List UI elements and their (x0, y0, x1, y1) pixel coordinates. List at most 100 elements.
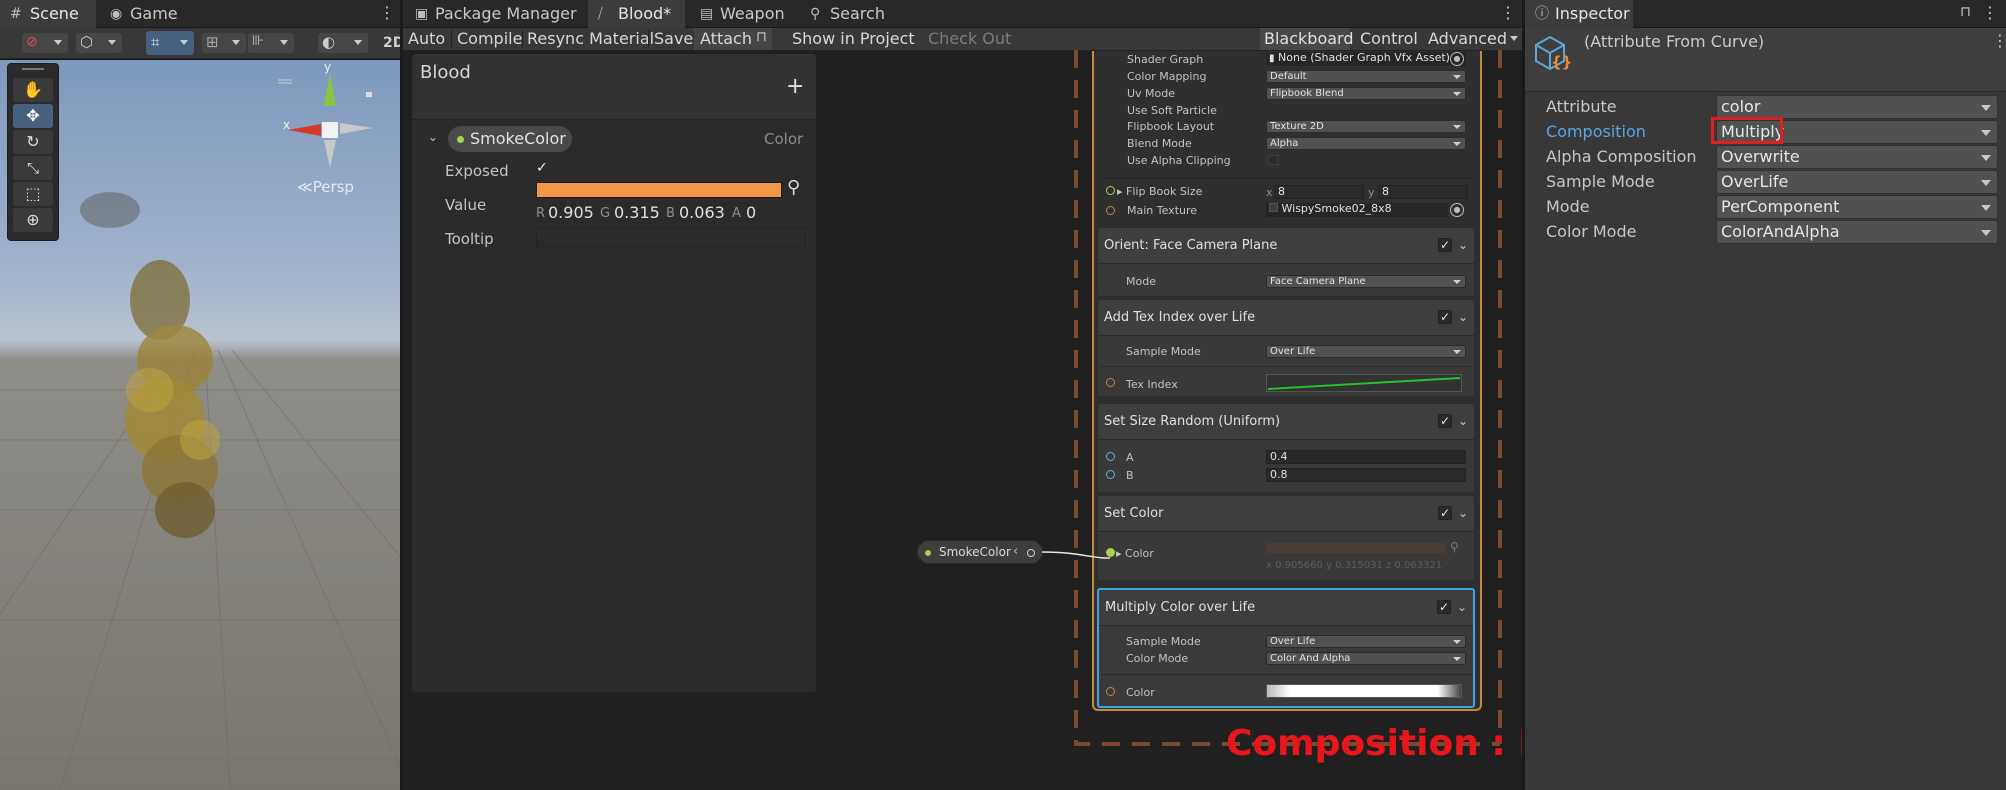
persp-label[interactable]: ≪Persp (297, 178, 354, 196)
block-orient-enable[interactable]: ✓ (1438, 238, 1452, 252)
shading-button[interactable]: ⬡ (76, 33, 122, 53)
blend-mode-dropdown[interactable]: Alpha (1266, 137, 1466, 150)
save-button[interactable]: Save (654, 28, 693, 50)
vfx-menu-icon[interactable]: ⋮ (1500, 4, 1516, 22)
chevron-down-icon[interactable]: ⌄ (1457, 600, 1467, 614)
tex-index-port[interactable] (1106, 378, 1115, 387)
alpha-composition-dropdown[interactable]: Overwrite (1716, 145, 1998, 169)
tooltip-input[interactable] (536, 227, 806, 247)
tex-sample-mode-dropdown[interactable]: Over Life (1266, 345, 1466, 358)
mult-sample-mode-label: Sample Mode (1126, 635, 1201, 648)
mult-color-port[interactable] (1106, 687, 1115, 696)
sample-mode-value: OverLife (1721, 172, 1789, 191)
channel-a-value[interactable]: 0 (746, 203, 792, 223)
uv-mode-dropdown[interactable]: Flipbook Blend (1266, 87, 1466, 100)
chevron-left-icon[interactable]: ‹ (1013, 544, 1018, 559)
mode-value: PerComponent (1721, 197, 1840, 216)
flipbook-size-label: ▸ Flip Book Size (1117, 185, 1203, 198)
size-a-port[interactable] (1106, 452, 1115, 461)
orientation-gizmo[interactable]: y x (270, 60, 380, 178)
tab-game[interactable]: ◉ Game (100, 0, 190, 28)
block-set-color[interactable]: Set Color ✓ ⌄ ▸ Color ⚲ x 0.905660 y 0.3… (1098, 496, 1474, 580)
main-texture-port[interactable] (1106, 206, 1115, 215)
advanced-dropdown[interactable]: Advanced (1424, 28, 1520, 50)
compile-button[interactable]: Compile (457, 28, 522, 50)
orient-mode-dropdown[interactable]: Face Camera Plane (1266, 275, 1466, 288)
scene-viewport[interactable]: ✋ ✥ ↻ ⤡ ⬚ ⊕ y x ≪Persp (0, 60, 400, 790)
flipbook-y-field[interactable]: 8 (1378, 185, 1468, 199)
resync-material-button[interactable]: Resync Material (527, 28, 654, 50)
tab-inspector[interactable]: ⓘ Inspector (1525, 0, 1633, 28)
smoke-color-node[interactable]: SmokeColor ‹ (917, 540, 1043, 564)
lock-icon[interactable]: ⊓ (1960, 4, 1971, 20)
block-multiply-color-enable[interactable]: ✓ (1437, 600, 1451, 614)
block-tex-index[interactable]: Add Tex Index over Life ✓ ⌄ Sample Mode … (1098, 300, 1474, 396)
increment-snap-button[interactable]: ⊪ (248, 33, 294, 53)
global-local-button[interactable]: ⌗ (146, 31, 194, 55)
shader-graph-field[interactable]: ▮ None (Shader Graph Vfx Asset) (1266, 52, 1466, 66)
mult-color-gradient[interactable] (1266, 684, 1462, 698)
sample-mode-dropdown[interactable]: OverLife (1716, 170, 1998, 194)
flipbook-port[interactable] (1106, 186, 1115, 195)
block-size-random-enable[interactable]: ✓ (1438, 414, 1452, 428)
mode-dropdown[interactable]: PerComponent (1716, 195, 1998, 219)
object-picker-icon[interactable]: ● (1450, 52, 1464, 66)
eyedropper-icon[interactable]: ⚲ (787, 177, 800, 198)
size-b-port[interactable] (1106, 470, 1115, 479)
transform-tool-icon[interactable]: ⊕ (13, 208, 53, 232)
property-pill[interactable]: SmokeColor (448, 126, 572, 152)
snap-button[interactable]: ⊞ (202, 33, 246, 53)
texture-picker-icon[interactable]: ● (1450, 203, 1464, 217)
add-property-button[interactable]: + (786, 74, 804, 99)
chevron-down-icon[interactable]: ⌄ (1458, 238, 1468, 252)
size-a-field[interactable]: 0.4 (1266, 450, 1466, 464)
channel-g-value[interactable]: 0.315 (614, 203, 660, 223)
block-orient[interactable]: Orient: Face Camera Plane ✓ ⌄ Mode Face … (1098, 228, 1474, 296)
chevron-down-icon[interactable]: ⌄ (428, 130, 438, 144)
color-mapping-dropdown[interactable]: Default (1266, 70, 1466, 83)
rect-tool-icon[interactable]: ⬚ (13, 182, 53, 206)
attribute-value: color (1721, 97, 1761, 116)
block-set-color-enable[interactable]: ✓ (1438, 506, 1452, 520)
flipbook-x-field[interactable]: 8 (1274, 185, 1364, 199)
tab-weapon[interactable]: ▤ Weapon (690, 0, 790, 28)
main-texture-field[interactable]: WispySmoke02_8x8 (1266, 203, 1448, 217)
block-multiply-color-title: Multiply Color over Life (1105, 600, 1256, 615)
block-size-random[interactable]: Set Size Random (Uniform) ✓ ⌄ A 0.4 B 0.… (1098, 404, 1474, 492)
mult-sample-mode-dropdown[interactable]: Over Life (1266, 635, 1466, 648)
scene-menu-icon[interactable]: ⋮ (379, 4, 395, 22)
tab-blood[interactable]: ⧸ Blood* (588, 0, 685, 28)
flipbook-layout-dropdown[interactable]: Texture 2D (1266, 120, 1466, 133)
inspector-menu-icon[interactable]: ⋮ (1982, 4, 1998, 22)
chevron-down-icon[interactable]: ⌄ (1458, 506, 1468, 520)
color-swatch[interactable] (536, 182, 782, 198)
check-out-button[interactable]: Check Out (928, 28, 1011, 50)
color-mode-dropdown[interactable]: ColorAndAlpha (1716, 220, 1998, 244)
tab-scene[interactable]: # Scene (0, 0, 96, 28)
show-in-project-button[interactable]: Show in Project (792, 28, 915, 50)
control-toggle[interactable]: Control (1360, 28, 1418, 50)
hand-tool-icon[interactable]: ✋ (13, 78, 53, 102)
scale-tool-icon[interactable]: ⤡ (13, 156, 53, 180)
block-multiply-color[interactable]: Multiply Color over Life ✓ ⌄ Sample Mode… (1097, 588, 1475, 708)
chevron-down-icon[interactable]: ⌄ (1458, 414, 1468, 428)
tex-index-curve[interactable] (1266, 374, 1462, 392)
tab-search[interactable]: ⚲ Search (800, 0, 900, 28)
tab-package-manager[interactable]: ▣ Package Manager (405, 0, 583, 28)
block-tex-index-enable[interactable]: ✓ (1438, 310, 1452, 324)
attribute-field[interactable]: color (1716, 95, 1998, 119)
move-tool-icon[interactable]: ✥ (13, 104, 53, 128)
channel-r-value[interactable]: 0.905 (548, 203, 594, 223)
rotate-tool-icon[interactable]: ↻ (13, 130, 53, 154)
channel-b-value[interactable]: 0.063 (679, 203, 725, 223)
size-b-field[interactable]: 0.8 (1266, 468, 1466, 482)
exposed-checkbox[interactable]: ✓ (536, 160, 552, 176)
alpha-clipping-checkbox[interactable] (1268, 155, 1278, 165)
component-menu-icon[interactable]: ⋮ (1992, 32, 2006, 50)
node-output-port[interactable] (1027, 549, 1035, 557)
chevron-down-icon[interactable]: ⌄ (1458, 310, 1468, 324)
mult-color-mode-dropdown[interactable]: Color And Alpha (1266, 652, 1466, 665)
scene-visibility-button[interactable]: ◐ (318, 33, 368, 53)
draw-mode-button[interactable]: ⊘ (22, 33, 68, 53)
auto-button[interactable]: Auto (408, 28, 445, 50)
